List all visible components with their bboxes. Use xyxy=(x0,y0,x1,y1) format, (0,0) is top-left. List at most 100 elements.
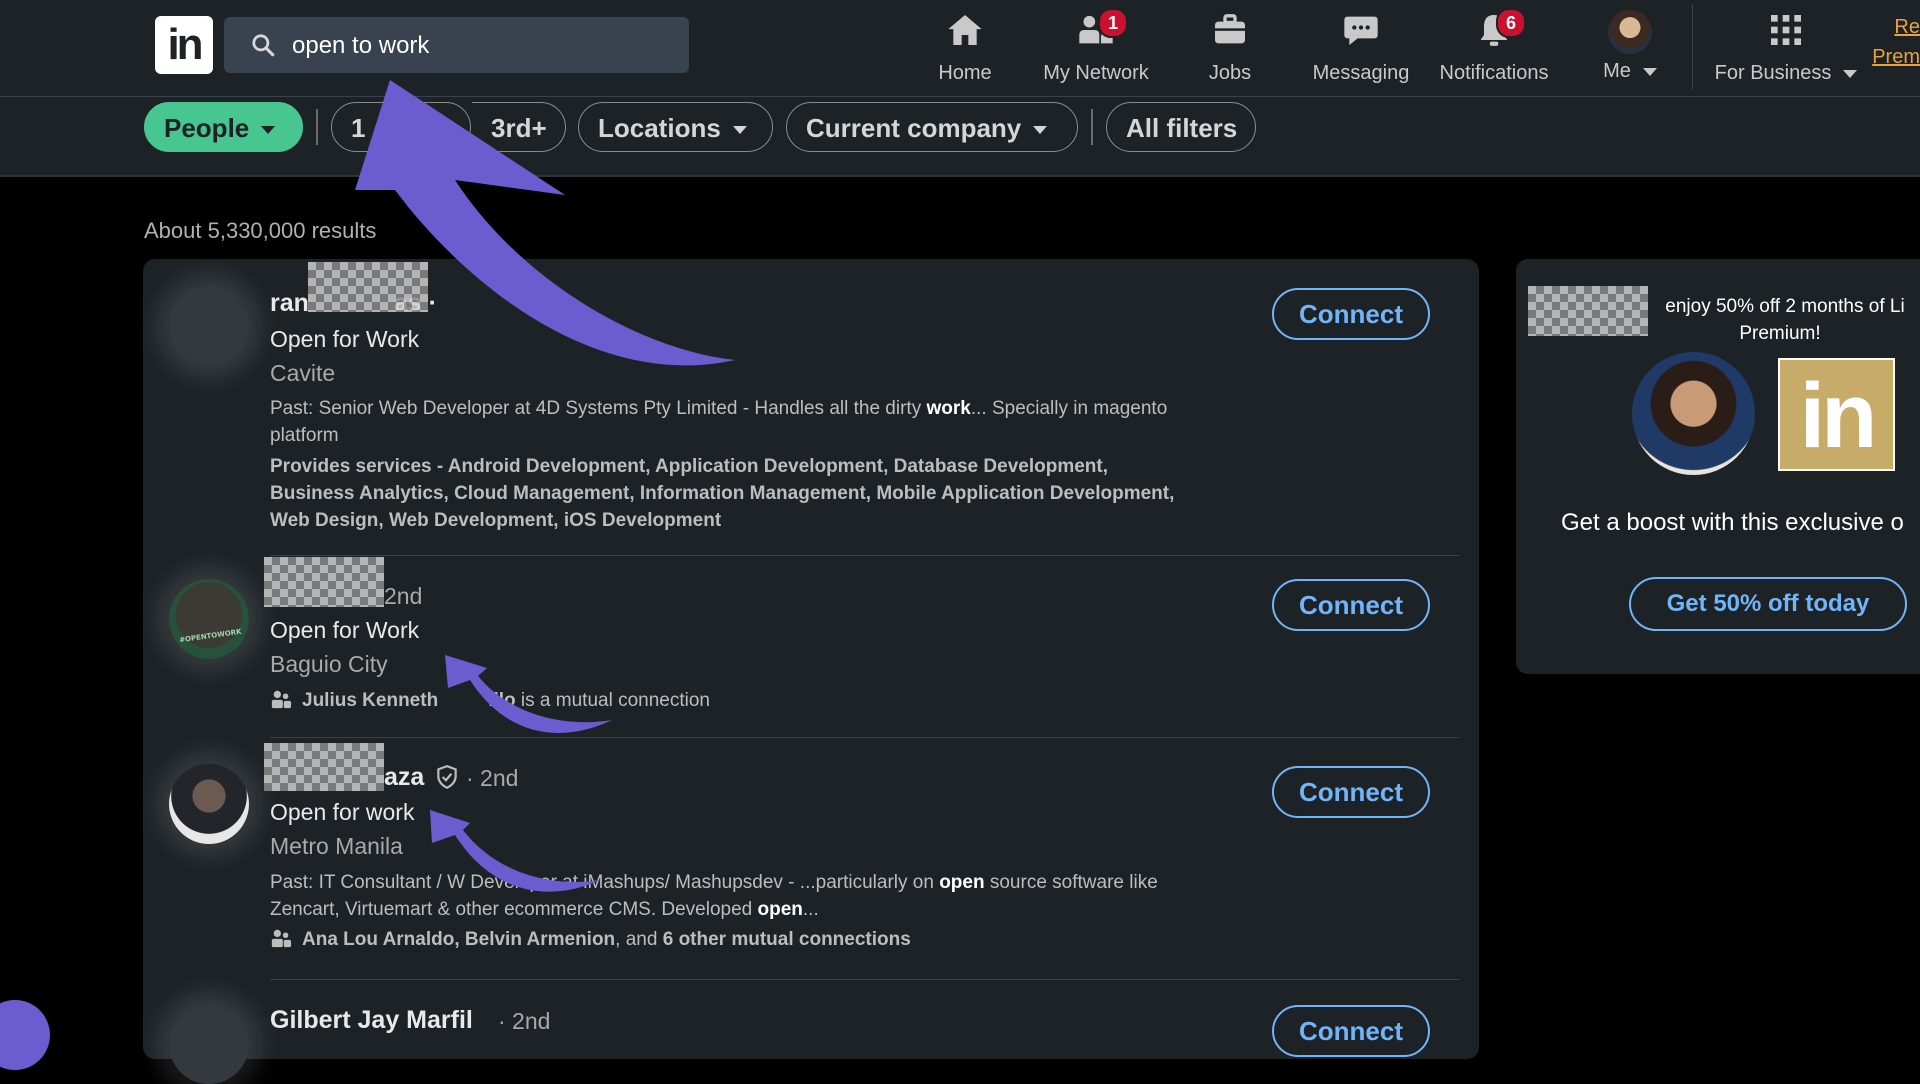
filter-locations-label: Locations xyxy=(598,113,721,143)
search-filters: People 1 3rd+ Locations Current company … xyxy=(0,97,1920,177)
summary-text: Past: IT Consultant / W xyxy=(270,872,466,893)
people-icon xyxy=(271,690,292,709)
grid-icon xyxy=(1771,15,1801,45)
nav-me[interactable]: Me xyxy=(1592,10,1668,90)
linkedin-logo[interactable]: in xyxy=(155,16,213,74)
nav-messaging-label: Messaging xyxy=(1312,62,1410,84)
nav-messaging[interactable]: Messaging xyxy=(1308,10,1414,90)
nav-for-business-label: For Business xyxy=(1714,62,1832,84)
nav-divider xyxy=(1692,4,1693,90)
premium-link-line1: Re xyxy=(1894,16,1920,38)
people-icon xyxy=(271,929,292,948)
get-premium-button[interactable]: Get 50% off today xyxy=(1629,577,1907,631)
nav-for-business-label-wrap: For Business xyxy=(1712,62,1860,85)
search-bar[interactable] xyxy=(224,17,689,75)
connect-button[interactable]: Connect xyxy=(1272,766,1430,818)
filter-people-label: People xyxy=(164,113,250,143)
filter-divider xyxy=(316,109,318,145)
connect-button[interactable]: Connect xyxy=(1272,579,1430,631)
person-avatar[interactable] xyxy=(169,1004,249,1084)
person-name-start: ran xyxy=(270,289,309,317)
home-icon xyxy=(948,15,982,45)
chat-icon xyxy=(1344,16,1378,45)
summary-text: Developer at iMashups/ Mashupsdev - ...p… xyxy=(465,872,940,893)
connection-degree: · 2nd xyxy=(466,765,519,791)
nav-notifications-label: Notifications xyxy=(1439,62,1549,84)
filter-divider xyxy=(1091,109,1093,145)
notifications-badge: 6 xyxy=(1496,8,1526,38)
connect-button[interactable]: Connect xyxy=(1272,1005,1430,1057)
filter-1st[interactable]: 1 xyxy=(331,102,471,152)
premium-ad-card: enjoy 50% off 2 months of Li Premium! in… xyxy=(1516,259,1920,674)
filter-3rd[interactable]: 3rd+ xyxy=(472,102,566,152)
premium-link[interactable]: Re Prem xyxy=(1872,12,1920,72)
annotation-dot xyxy=(0,1000,50,1070)
nav-my-network[interactable]: 1 My Network xyxy=(1038,8,1154,90)
mutual-suffix: is a mutual connection xyxy=(515,690,710,711)
person-avatar[interactable] xyxy=(169,286,249,366)
summary-text: ... xyxy=(802,899,819,920)
summary-highlight: open xyxy=(757,899,803,920)
nav-home-label: Home xyxy=(938,62,992,84)
mutual-connections[interactable]: Julius Kenneth illo is a mutual connectio… xyxy=(270,688,710,712)
linkedin-premium-logo: in xyxy=(1778,358,1895,471)
mutual-others: 6 other mutual connections xyxy=(662,929,911,950)
open-to-work-ring-text: #OPENTOWORK xyxy=(178,627,243,645)
summary-text: Past: Senior Web Developer at 4D Systems… xyxy=(270,398,927,419)
person-avatar[interactable]: #OPENTOWORK xyxy=(169,579,249,659)
bell-icon: 6 xyxy=(1474,8,1526,50)
person-name-end: aza xyxy=(384,763,425,791)
mutual-connections[interactable]: Ana Lou Arnaldo, Belvin Armenion, and 6 … xyxy=(270,927,911,951)
filter-current-company[interactable]: Current company xyxy=(786,102,1078,152)
filter-all-filters[interactable]: All filters xyxy=(1106,102,1256,152)
mutual-name: illo xyxy=(488,690,516,711)
chevron-down-icon xyxy=(732,126,747,135)
mutual-name: Julius Kenneth xyxy=(302,690,439,711)
nav-notifications[interactable]: 6 Notifications xyxy=(1434,8,1554,90)
chevron-down-icon xyxy=(1033,126,1048,135)
global-nav: in Home 1 My Network Jobs xyxy=(0,0,1920,97)
chevron-down-icon xyxy=(1843,69,1858,78)
filter-locations[interactable]: Locations xyxy=(578,102,773,152)
ad-boost-text: Get a boost with this exclusive o xyxy=(1561,509,1904,536)
ad-text-line1: enjoy 50% off 2 months of Li xyxy=(1665,296,1905,317)
summary-highlight: work xyxy=(926,398,971,419)
connection-degree: · 2nd xyxy=(498,1008,551,1034)
person-summary: Past: IT Consultant / W Developer at iMa… xyxy=(270,869,1190,923)
network-icon: 1 xyxy=(1076,8,1128,50)
person-location: Baguio City xyxy=(270,651,388,677)
result-divider xyxy=(270,555,1459,556)
nav-my-network-label: My Network xyxy=(1043,62,1149,84)
redacted-name xyxy=(264,557,384,607)
verified-shield-icon xyxy=(437,765,457,790)
mutual-and: , and xyxy=(615,929,663,950)
mutual-name: Ana Lou Arnaldo, Belvin Armenion xyxy=(302,929,616,950)
nav-me-label-wrap: Me xyxy=(1592,60,1668,83)
redacted-name xyxy=(308,262,428,312)
nav-me-label: Me xyxy=(1603,60,1631,82)
search-input[interactable] xyxy=(290,17,684,75)
nav-jobs[interactable]: Jobs xyxy=(1200,10,1260,90)
ad-avatar xyxy=(1632,352,1755,475)
search-results-list: ranas · Open for Work Cavite Past: Senio… xyxy=(143,259,1479,1084)
person-headline: Open for Work xyxy=(270,326,420,352)
filter-people[interactable]: People xyxy=(144,102,303,152)
connection-degree: 2nd xyxy=(384,583,423,609)
briefcase-icon xyxy=(1215,14,1245,44)
filter-current-company-label: Current company xyxy=(806,113,1022,143)
avatar xyxy=(1608,10,1652,54)
nav-jobs-label: Jobs xyxy=(1208,62,1252,84)
chevron-down-icon xyxy=(261,126,276,135)
person-avatar[interactable] xyxy=(169,764,249,844)
person-name[interactable]: Gilbert Jay Marfil xyxy=(270,1006,473,1035)
ad-text: enjoy 50% off 2 months of Li Premium! xyxy=(1640,293,1920,347)
person-name[interactable]: aza xyxy=(384,763,424,792)
nav-for-business[interactable]: For Business xyxy=(1712,10,1860,90)
network-badge: 1 xyxy=(1098,8,1128,38)
ad-text-line2: Premium! xyxy=(1739,323,1821,344)
person-headline: Open for work xyxy=(270,799,415,825)
connect-button[interactable]: Connect xyxy=(1272,288,1430,340)
nav-home[interactable]: Home xyxy=(930,10,1000,90)
premium-link-line2: Prem xyxy=(1872,46,1920,68)
chevron-down-icon xyxy=(1642,67,1657,76)
